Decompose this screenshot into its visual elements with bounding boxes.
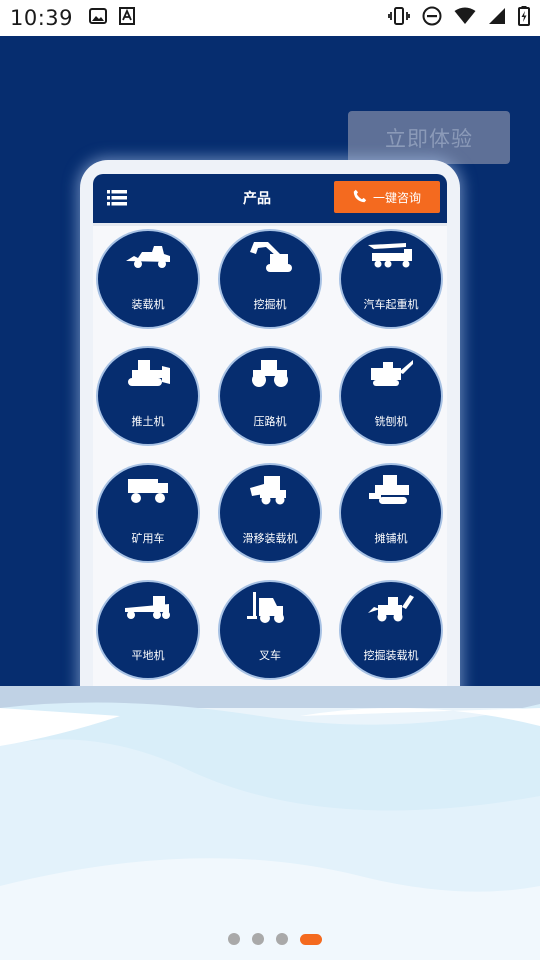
- app-header: 产品 一键咨询: [93, 174, 447, 226]
- product-item-grader[interactable]: 平地机: [96, 580, 200, 680]
- truck-crane-icon: [366, 241, 416, 275]
- product-label: 压路机: [253, 415, 287, 428]
- product-item-bulldozer[interactable]: 推土机: [96, 346, 200, 446]
- grader-icon: [123, 594, 173, 624]
- signal-icon: [488, 7, 506, 29]
- mining-truck-icon: [124, 475, 172, 509]
- forklift-icon: [247, 590, 293, 628]
- menu-icon[interactable]: [107, 190, 127, 210]
- do-not-disturb-icon: [422, 6, 442, 30]
- product-label: 滑移装载机: [242, 532, 298, 545]
- wave-background: [0, 686, 540, 960]
- product-item-paver[interactable]: 摊铺机: [339, 463, 443, 563]
- product-item-backhoe-loader[interactable]: 挖掘装载机: [339, 580, 443, 680]
- product-item-truck-crane[interactable]: 汽车起重机: [339, 229, 443, 329]
- product-item-milling-machine[interactable]: 铣刨机: [339, 346, 443, 446]
- status-bar: 10:39: [0, 0, 540, 36]
- phone-icon: [353, 189, 367, 206]
- product-label: 摊铺机: [374, 532, 408, 545]
- status-time: 10:39: [10, 6, 74, 30]
- product-item-excavator[interactable]: 挖掘机: [218, 229, 322, 329]
- road-roller-icon: [247, 358, 293, 392]
- product-item-forklift[interactable]: 叉车: [218, 580, 322, 680]
- page-dot[interactable]: [228, 933, 240, 945]
- product-item-road-roller[interactable]: 压路机: [218, 346, 322, 446]
- product-label: 装载机: [131, 298, 165, 311]
- product-item-mining-truck[interactable]: 矿用车: [96, 463, 200, 563]
- phone-mockup-screen: 产品 一键咨询 装载机 挖掘机 汽车起重机 推土机 压路机 铣刨机 矿用车 滑移…: [93, 174, 447, 710]
- try-now-button[interactable]: 立即体验: [348, 111, 510, 164]
- page-dot[interactable]: [276, 933, 288, 945]
- one-click-consult-button[interactable]: 一键咨询: [334, 181, 440, 213]
- excavator-icon: [246, 238, 294, 278]
- product-label: 叉车: [259, 649, 281, 662]
- page-dot[interactable]: [252, 933, 264, 945]
- product-label: 平地机: [131, 649, 165, 662]
- loader-icon: [124, 243, 172, 273]
- product-label: 推土机: [131, 415, 165, 428]
- battery-icon: [518, 6, 530, 30]
- consult-label: 一键咨询: [372, 190, 421, 205]
- product-label: 挖掘装载机: [363, 649, 419, 662]
- page-indicator: [228, 933, 322, 945]
- product-label: 矿用车: [131, 532, 165, 545]
- product-label: 铣刨机: [374, 415, 408, 428]
- skid-steer-loader-icon: [248, 474, 292, 510]
- text-icon: [119, 7, 136, 29]
- milling-machine-icon: [367, 358, 415, 392]
- product-item-skid-steer-loader[interactable]: 滑移装载机: [218, 463, 322, 563]
- vibrate-icon: [388, 6, 410, 30]
- product-item-loader[interactable]: 装载机: [96, 229, 200, 329]
- image-icon: [89, 8, 108, 28]
- backhoe-loader-icon: [366, 591, 416, 627]
- product-label: 汽车起重机: [363, 298, 419, 311]
- product-label: 挖掘机: [253, 298, 287, 311]
- wifi-icon: [454, 7, 476, 29]
- page-dot-active[interactable]: [300, 933, 322, 945]
- app-title: 产品: [243, 191, 271, 207]
- bulldozer-icon: [124, 356, 172, 394]
- paver-icon: [367, 473, 415, 511]
